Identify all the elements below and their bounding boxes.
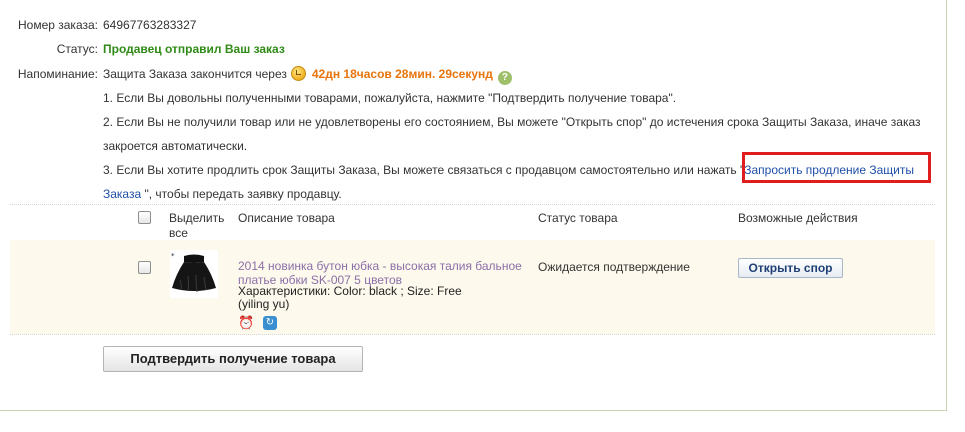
- select-all-checkbox[interactable]: [138, 211, 151, 224]
- header-description: Описание товара: [238, 211, 335, 225]
- product-seller: (yiling yu): [238, 297, 290, 311]
- item-status: Ожидается подтверждение: [538, 260, 690, 274]
- note-line-3-cont: Заказа ", чтобы передать заявку продавцу…: [103, 186, 342, 202]
- product-title-link[interactable]: 2014 новинка бутон юбка - высокая талия …: [238, 259, 538, 287]
- order-status-value: Продавец отправил Ваш заказ: [103, 42, 285, 56]
- reminder-text: Защита Заказа закончится через: [103, 67, 287, 81]
- order-number-value: 64967763283327: [103, 18, 197, 32]
- reminder-content: Защита Заказа закончится через 42дн 18час…: [103, 66, 512, 85]
- select-all-label: Выделить все: [169, 211, 224, 241]
- request-extension-link-cont[interactable]: Заказа: [103, 187, 141, 201]
- product-attributes-line1: Характеристики: Color: black ; Size: Fre…: [238, 284, 462, 298]
- help-icon[interactable]: ?: [497, 71, 512, 85]
- note-line-2-cont: закроется автоматически.: [103, 139, 248, 153]
- table-row: * 2014 новинка бутон юбка - высокая тали…: [10, 240, 935, 335]
- product-attributes: Характеристики: Color: black ; Size: Fre…: [238, 285, 462, 311]
- alarm-clock-icon[interactable]: ⏰: [238, 316, 254, 330]
- protection-timer: 42дн 18часов 28мин. 29секунд: [311, 67, 493, 81]
- note-line-2: 2. Если Вы не получили товар или не удов…: [103, 115, 921, 129]
- product-image[interactable]: *: [170, 250, 218, 298]
- note-line-3-end: ", чтобы передать заявку продавцу.: [141, 187, 342, 201]
- note-line-3-text: 3. Если Вы хотите продлить срок Защиты З…: [103, 163, 745, 177]
- items-table-header: Выделить все Описание товара Статус това…: [10, 204, 935, 240]
- open-dispute-button[interactable]: Открыть спор: [738, 258, 843, 278]
- clock-icon: [290, 66, 306, 81]
- header-actions: Возможные действия: [738, 211, 858, 225]
- reminder-label: Напоминание:: [17, 67, 98, 81]
- select-all-label-line2: все: [169, 226, 188, 240]
- product-title-line1: 2014 новинка бутон юбка - высокая талия …: [238, 259, 522, 273]
- header-item-status: Статус товара: [538, 211, 618, 225]
- highlight-annotation: [742, 152, 931, 183]
- select-all-label-line1: Выделить: [169, 211, 225, 225]
- status-label: Статус:: [56, 42, 98, 56]
- order-number-label: Номер заказа:: [17, 18, 98, 32]
- note-line-1: 1. Если Вы довольны полученными товарами…: [103, 91, 677, 105]
- refresh-icon[interactable]: ↻: [263, 316, 277, 330]
- item-checkbox[interactable]: [138, 261, 151, 274]
- confirm-receipt-button[interactable]: Подтвердить получение товара: [103, 346, 363, 372]
- svg-text:*: *: [171, 252, 175, 260]
